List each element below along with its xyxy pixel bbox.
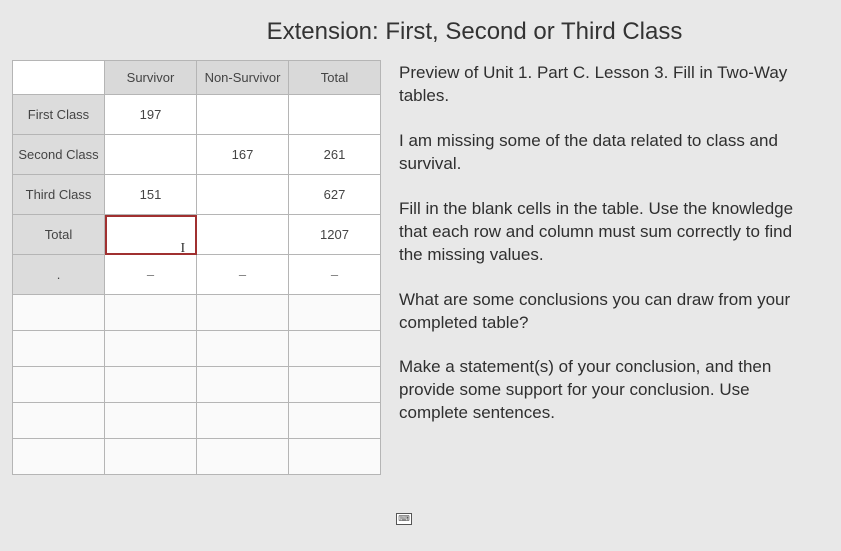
cell-second-survivor[interactable] bbox=[105, 135, 197, 175]
cell-first-survivor[interactable]: 197 bbox=[105, 95, 197, 135]
cell-total-survivor[interactable]: I bbox=[105, 215, 197, 255]
blank-cell[interactable] bbox=[105, 367, 197, 403]
blank-cell[interactable] bbox=[13, 367, 105, 403]
col-header-total: Total bbox=[289, 61, 381, 95]
blank-cell[interactable] bbox=[197, 439, 289, 475]
col-header-survivor: Survivor bbox=[105, 61, 197, 95]
row-header-total: Total bbox=[13, 215, 105, 255]
cell-third-nonsurvivor[interactable] bbox=[197, 175, 289, 215]
cell-third-survivor[interactable]: 151 bbox=[105, 175, 197, 215]
keyboard-icon[interactable]: ⌨ bbox=[396, 513, 412, 525]
cell-extra-0[interactable]: – bbox=[105, 255, 197, 295]
blank-cell[interactable] bbox=[13, 295, 105, 331]
row-header-second: Second Class bbox=[13, 135, 105, 175]
row-header-first: First Class bbox=[13, 95, 105, 135]
paragraph-statement: Make a statement(s) of your conclusion, … bbox=[399, 356, 817, 425]
blank-cell[interactable] bbox=[289, 295, 381, 331]
cell-total-nonsurvivor[interactable] bbox=[197, 215, 289, 255]
row-header-third: Third Class bbox=[13, 175, 105, 215]
paragraph-preview: Preview of Unit 1. Part C. Lesson 3. Fil… bbox=[399, 62, 817, 108]
paragraph-missing: I am missing some of the data related to… bbox=[399, 130, 817, 176]
paragraph-conclusions: What are some conclusions you can draw f… bbox=[399, 289, 817, 335]
text-cursor-icon: I bbox=[181, 241, 186, 257]
blank-cell[interactable] bbox=[197, 367, 289, 403]
cell-total-total[interactable]: 1207 bbox=[289, 215, 381, 255]
blank-cell[interactable] bbox=[105, 403, 197, 439]
blank-cell[interactable] bbox=[105, 331, 197, 367]
blank-cell[interactable] bbox=[197, 295, 289, 331]
cell-third-total[interactable]: 627 bbox=[289, 175, 381, 215]
blank-cell[interactable] bbox=[13, 403, 105, 439]
cell-second-total[interactable]: 261 bbox=[289, 135, 381, 175]
blank-cell[interactable] bbox=[105, 295, 197, 331]
cell-first-total[interactable] bbox=[289, 95, 381, 135]
blank-cell[interactable] bbox=[197, 403, 289, 439]
blank-cell[interactable] bbox=[289, 439, 381, 475]
blank-cell[interactable] bbox=[13, 439, 105, 475]
blank-cell[interactable] bbox=[289, 331, 381, 367]
blank-cell[interactable] bbox=[197, 331, 289, 367]
cell-second-nonsurvivor[interactable]: 167 bbox=[197, 135, 289, 175]
cell-extra-1[interactable]: – bbox=[197, 255, 289, 295]
paragraph-fillin: Fill in the blank cells in the table. Us… bbox=[399, 198, 817, 267]
blank-cell[interactable] bbox=[105, 439, 197, 475]
row-header-extra: . bbox=[13, 255, 105, 295]
two-way-table: Survivor Non-Survivor Total First Class … bbox=[12, 60, 381, 475]
table-corner bbox=[13, 61, 105, 95]
cell-first-nonsurvivor[interactable] bbox=[197, 95, 289, 135]
page-title: Extension: First, Second or Third Class bbox=[12, 18, 817, 46]
col-header-nonsurvivor: Non-Survivor bbox=[197, 61, 289, 95]
cell-extra-2[interactable]: – bbox=[289, 255, 381, 295]
blank-cell[interactable] bbox=[13, 331, 105, 367]
blank-cell[interactable] bbox=[289, 367, 381, 403]
blank-cell[interactable] bbox=[289, 403, 381, 439]
instructions-panel: Preview of Unit 1. Part C. Lesson 3. Fil… bbox=[399, 60, 817, 475]
